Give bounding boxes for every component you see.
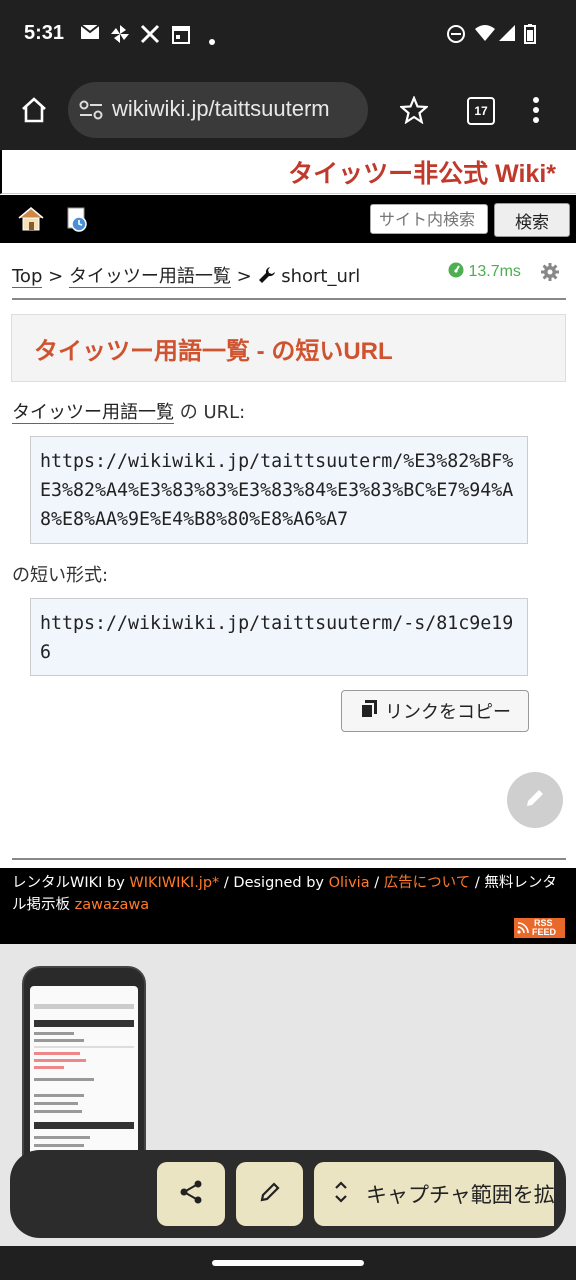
breadcrumb: Top > タイッツー用語一覧 > short_url [12,262,360,289]
breadcrumb-current: short_url [281,266,361,287]
expand-capture-button[interactable]: キャプチャ範囲を拡 [314,1162,554,1226]
breadcrumb-separator: > [48,266,64,287]
share-button[interactable] [157,1162,225,1226]
edit-page-button[interactable] [507,772,563,828]
home-icon[interactable] [20,96,48,128]
x-icon [140,24,160,48]
site-info-icon[interactable] [78,98,104,126]
site-footer: レンタルWIKI by WIKIWIKI.jp* / Designed by O… [0,868,576,944]
browser-toolbar: wikiwiki.jp/taittsuuterm 17 [0,70,576,150]
ads-link[interactable]: 広告について [384,875,471,891]
url-label-suffix: の URL: [174,402,246,423]
divider [12,858,566,860]
home-icon[interactable] [18,207,44,235]
capture-toolbar: キャプチャ範囲を拡 [10,1150,566,1238]
rss-feed-button[interactable]: RSS FEED [514,918,565,938]
pencil-icon [523,786,547,814]
pinwheel-icon [110,24,130,48]
wikiwiki-link[interactable]: WIKIWIKI.jp* [129,875,219,891]
footer-rental-text: レンタルWIKI by [12,875,125,891]
tab-count: 17 [474,104,488,118]
url-text: wikiwiki.jp/taittsuuterm [112,96,330,121]
breadcrumb-parent-link[interactable]: タイッツー用語一覧 [68,266,231,288]
breadcrumb-separator: > [236,266,252,287]
expand-capture-label: キャプチャ範囲を拡 [366,1183,554,1207]
load-time-value: 13.7ms [468,263,521,280]
copy-icon [359,699,379,724]
wrench-icon [258,266,276,289]
page-link[interactable]: タイッツー用語一覧 [12,402,174,424]
dnd-icon [446,24,466,48]
dot-icon [208,31,216,50]
footer-designed-text: Designed by [233,875,324,891]
edit-screenshot-button[interactable] [236,1162,303,1226]
copy-link-button[interactable]: リンクをコピー [341,690,529,732]
pencil-icon [258,1180,282,1208]
footer-text: レンタルWIKI by WIKIWIKI.jp* / Designed by O… [12,872,564,916]
site-header: タイッツー非公式 Wiki* [0,150,576,194]
load-time: 13.7ms [448,262,521,283]
full-url-box[interactable]: https://wikiwiki.jp/taittsuuterm/%E3%82%… [30,436,528,544]
address-bar[interactable]: wikiwiki.jp/taittsuuterm [68,82,368,138]
status-bar: 5:31 [0,0,576,70]
page-heading-box: タイッツー用語一覧 - の短いURL [11,314,566,382]
breadcrumb-top-link[interactable]: Top [12,266,43,288]
speed-gauge-icon [448,262,464,283]
wifi-icon [474,24,496,46]
share-icon [178,1179,204,1209]
divider [12,298,566,300]
gmail-icon [80,24,100,44]
expand-vertical-icon [334,1180,348,1208]
home-gesture-handle[interactable] [212,1260,364,1266]
site-nav: 検索 [0,195,576,243]
site-title[interactable]: タイッツー非公式 Wiki* [288,154,556,190]
more-menu-icon[interactable] [532,96,540,128]
olivia-link[interactable]: Olivia [329,875,370,891]
recent-changes-icon[interactable] [66,207,90,237]
battery-icon [524,24,536,48]
short-url-box[interactable]: https://wikiwiki.jp/taittsuuterm/-s/81c9… [30,598,528,676]
url-label: タイッツー用語一覧 の URL: [12,398,245,424]
status-time: 5:31 [24,22,65,44]
search-button[interactable]: 検索 [494,203,570,237]
feed-label: FEED [532,927,557,937]
calendar-icon [172,24,190,48]
system-nav-bar [0,1246,576,1280]
web-page: タイッツー非公式 Wiki* 検索 Top > タイッツー用語一覧 > shor… [0,150,576,944]
footer-separator: / [223,875,229,891]
footer-separator: / [374,875,380,891]
signal-icon [498,24,516,46]
tab-switcher-button[interactable]: 17 [467,97,495,125]
copy-link-label: リンクをコピー [385,702,511,723]
site-search-input[interactable] [370,204,488,234]
gear-icon[interactable] [541,263,559,285]
footer-separator: / [474,875,480,891]
zawazawa-link[interactable]: zawazawa [75,897,149,913]
rss-icon [517,922,529,936]
short-form-label: の短い形式: [12,565,109,586]
bookmark-star-icon[interactable] [398,95,430,128]
page-title: タイッツー用語一覧 - の短いURL [34,338,393,365]
